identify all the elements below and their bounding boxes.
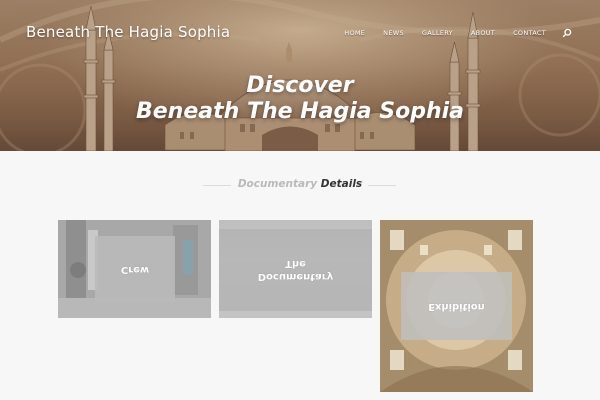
nav-about[interactable]: ABOUT xyxy=(471,29,495,37)
crew-overlay: Crew xyxy=(95,236,175,302)
documentary-label-line1: The xyxy=(285,258,306,269)
documentary-label: Documentary The xyxy=(258,257,334,283)
crew-label: Crew xyxy=(120,263,150,275)
exhibition-overlay: Exhibition xyxy=(401,272,512,340)
card-exhibition[interactable]: Exhibition xyxy=(380,220,533,392)
card-documentary[interactable]: Documentary The xyxy=(219,220,372,318)
nav-contact[interactable]: CONTACT xyxy=(513,29,546,37)
documentary-label-line2: Documentary xyxy=(257,271,334,282)
section-title-strong: Details xyxy=(320,178,363,190)
hero-banner: Beneath The Hagia Sophia HOME NEWS GALLE… xyxy=(0,0,600,151)
section-title-muted: Documentary xyxy=(237,178,318,190)
nav-gallery[interactable]: GALLERY xyxy=(422,29,453,37)
site-title[interactable]: Beneath The Hagia Sophia xyxy=(26,23,230,41)
main-nav: HOME NEWS GALLERY ABOUT CONTACT xyxy=(326,28,572,38)
nav-news[interactable]: NEWS xyxy=(383,29,404,37)
hero-heading-line1: Discover xyxy=(246,73,354,98)
section-title: Documentary Details xyxy=(0,178,600,190)
documentary-overlay: Documentary The xyxy=(219,229,372,311)
divider-right xyxy=(368,185,396,186)
exhibition-label: Exhibition xyxy=(428,300,485,312)
search-icon[interactable] xyxy=(562,28,572,38)
card-crew[interactable]: Crew xyxy=(58,220,211,318)
nav-home[interactable]: HOME xyxy=(344,29,365,37)
hero-heading-line2: Beneath The Hagia Sophia xyxy=(135,99,464,124)
